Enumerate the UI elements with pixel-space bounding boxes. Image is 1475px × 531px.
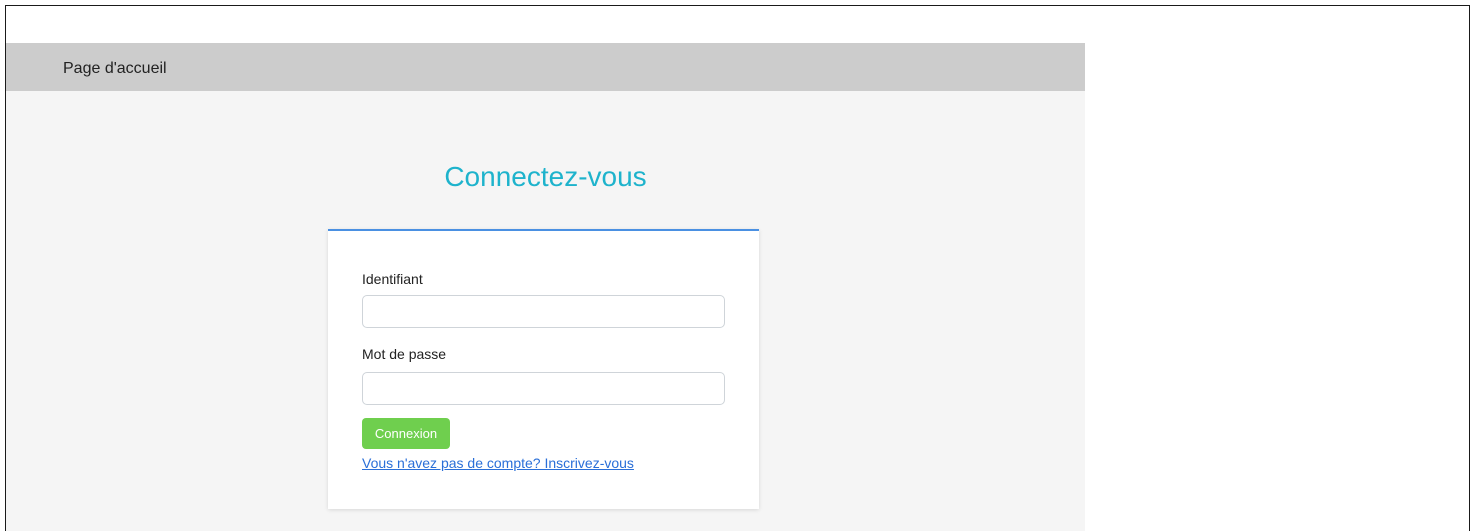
password-label: Mot de passe xyxy=(362,346,447,362)
signup-link[interactable]: Vous n'avez pas de compte? Inscrivez-vou… xyxy=(362,455,634,471)
password-input[interactable] xyxy=(362,372,725,405)
page-title: Connectez-vous xyxy=(444,161,647,192)
browser-viewport: Page d'accueil Connectez-vous Identifian… xyxy=(5,5,1470,531)
login-button[interactable]: Connexion xyxy=(362,418,450,449)
top-nav-bar: Page d'accueil xyxy=(6,43,1085,91)
username-input[interactable] xyxy=(362,295,725,328)
app-container: Page d'accueil Connectez-vous Identifian… xyxy=(6,43,1085,531)
home-link[interactable]: Page d'accueil xyxy=(63,60,167,78)
login-card: Identifiant Mot de passe Connexion Vous … xyxy=(328,229,759,509)
username-label: Identifiant xyxy=(362,271,423,287)
